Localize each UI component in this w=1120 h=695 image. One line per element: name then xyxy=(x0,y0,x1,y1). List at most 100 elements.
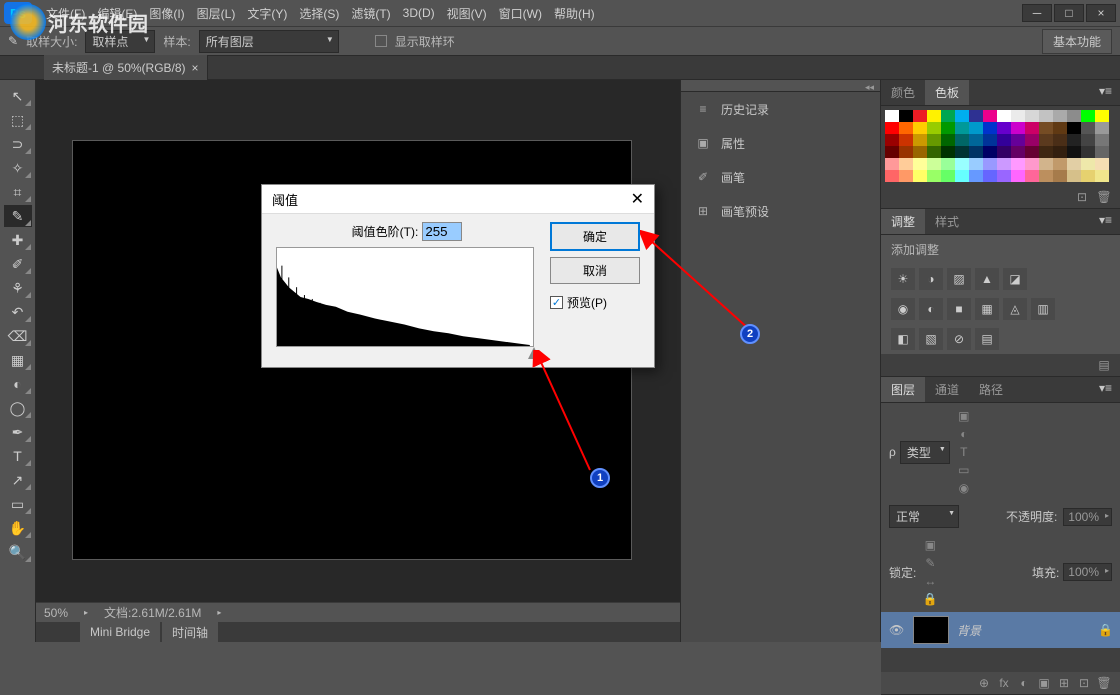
lock-option-icon[interactable]: ▣ xyxy=(920,536,940,554)
swatch[interactable] xyxy=(1053,134,1067,146)
menu-type[interactable]: 文字(Y) xyxy=(241,5,293,22)
swatch[interactable] xyxy=(927,158,941,170)
swatch[interactable] xyxy=(885,170,899,182)
layer-filter-icon[interactable]: T xyxy=(954,443,974,461)
swatch[interactable] xyxy=(1039,170,1053,182)
tab-mini-bridge[interactable]: Mini Bridge xyxy=(80,622,160,642)
swatch[interactable] xyxy=(1067,110,1081,122)
eyedropper-tool[interactable]: ✎ xyxy=(4,205,32,227)
delete-swatch-icon[interactable]: 🗑 xyxy=(1096,190,1112,204)
adjustment-menu-icon[interactable]: ▤ xyxy=(1096,358,1112,372)
swatch[interactable] xyxy=(1025,134,1039,146)
swatch[interactable] xyxy=(955,146,969,158)
menu-window[interactable]: 窗口(W) xyxy=(493,5,548,22)
swatch[interactable] xyxy=(1095,122,1109,134)
tab-swatches[interactable]: 色板 xyxy=(925,80,969,105)
blend-mode-dropdown[interactable]: 正常 xyxy=(889,505,959,528)
marquee-tool[interactable]: ⬚ xyxy=(4,109,32,131)
swatch[interactable] xyxy=(1095,170,1109,182)
new-swatch-icon[interactable]: ⊡ xyxy=(1074,190,1090,204)
swatch[interactable] xyxy=(1025,158,1039,170)
swatch[interactable] xyxy=(969,158,983,170)
swatch[interactable] xyxy=(1011,170,1025,182)
lasso-tool[interactable]: ⊃ xyxy=(4,133,32,155)
swatch[interactable] xyxy=(1039,122,1053,134)
swatch[interactable] xyxy=(1053,110,1067,122)
gradient-tool[interactable]: ▦ xyxy=(4,349,32,371)
fill-input[interactable]: 100% xyxy=(1063,563,1112,581)
swatch[interactable] xyxy=(941,146,955,158)
panel-history[interactable]: ≡历史记录 xyxy=(681,92,880,126)
window-minimize-button[interactable]: ─ xyxy=(1022,4,1052,22)
layer-action-icon[interactable]: ▣ xyxy=(1036,676,1052,690)
adjustment-icon[interactable]: ◐ xyxy=(919,298,943,320)
tab-color[interactable]: 颜色 xyxy=(881,80,925,105)
adjustment-icon[interactable]: ▧ xyxy=(919,328,943,350)
swatch[interactable] xyxy=(1081,170,1095,182)
swatch[interactable] xyxy=(885,110,899,122)
swatch[interactable] xyxy=(955,170,969,182)
swatch[interactable] xyxy=(1011,134,1025,146)
swatch[interactable] xyxy=(1081,122,1095,134)
swatch[interactable] xyxy=(1095,158,1109,170)
swatch[interactable] xyxy=(1039,146,1053,158)
swatch[interactable] xyxy=(913,170,927,182)
swatch[interactable] xyxy=(969,134,983,146)
swatch[interactable] xyxy=(997,134,1011,146)
adjustment-icon[interactable]: ◧ xyxy=(891,328,915,350)
swatch[interactable] xyxy=(983,170,997,182)
swatch[interactable] xyxy=(1025,122,1039,134)
swatch[interactable] xyxy=(899,122,913,134)
swatch[interactable] xyxy=(983,146,997,158)
menu-edit[interactable]: 编辑(E) xyxy=(91,5,143,22)
swatch[interactable] xyxy=(997,170,1011,182)
tab-paths[interactable]: 路径 xyxy=(969,377,1013,402)
menu-view[interactable]: 视图(V) xyxy=(441,5,493,22)
swatch[interactable] xyxy=(913,158,927,170)
docinfo-caret-icon[interactable]: ▸ xyxy=(217,608,221,617)
layer-action-icon[interactable]: fx xyxy=(996,676,1012,690)
swatch[interactable] xyxy=(913,122,927,134)
adjustment-icon[interactable]: ◪ xyxy=(1003,268,1027,290)
lock-option-icon[interactable]: 🔒 xyxy=(920,590,940,608)
swatch[interactable] xyxy=(1081,110,1095,122)
swatch[interactable] xyxy=(983,110,997,122)
menu-file[interactable]: 文件(F) xyxy=(40,5,91,22)
history-brush-tool[interactable]: ↶ xyxy=(4,301,32,323)
swatch[interactable] xyxy=(1067,134,1081,146)
adjustment-icon[interactable]: ⊘ xyxy=(947,328,971,350)
swatch[interactable] xyxy=(1081,158,1095,170)
menu-image[interactable]: 图像(I) xyxy=(143,5,190,22)
document-tab[interactable]: 未标题-1 @ 50%(RGB/8) × xyxy=(44,55,208,80)
layer-visibility-icon[interactable]: 👁 xyxy=(889,623,905,637)
swatch[interactable] xyxy=(955,122,969,134)
swatch[interactable] xyxy=(1053,158,1067,170)
swatch[interactable] xyxy=(1053,146,1067,158)
adjustment-icon[interactable]: ▲ xyxy=(975,268,999,290)
tab-layers[interactable]: 图层 xyxy=(881,377,925,402)
panel-menu-icon[interactable]: ▾≡ xyxy=(1091,80,1120,105)
swatch[interactable] xyxy=(997,122,1011,134)
swatch[interactable] xyxy=(969,122,983,134)
adjustment-icon[interactable]: ◬ xyxy=(1003,298,1027,320)
shape-tool[interactable]: ▭ xyxy=(4,493,32,515)
adjustment-icon[interactable]: ☀ xyxy=(891,268,915,290)
swatch[interactable] xyxy=(997,158,1011,170)
collapse-icon[interactable]: ◂◂ xyxy=(865,82,874,93)
swatch[interactable] xyxy=(1067,122,1081,134)
adjustment-icon[interactable]: ▤ xyxy=(975,328,999,350)
menu-help[interactable]: 帮助(H) xyxy=(548,5,601,22)
eraser-tool[interactable]: ⌫ xyxy=(4,325,32,347)
panel-menu-icon[interactable]: ▾≡ xyxy=(1091,209,1120,234)
zoom-level[interactable]: 50% xyxy=(44,606,68,620)
window-maximize-button[interactable]: □ xyxy=(1054,4,1084,22)
brush-tool[interactable]: ✐ xyxy=(4,253,32,275)
swatch[interactable] xyxy=(913,146,927,158)
layer-action-icon[interactable]: ⊕ xyxy=(976,676,992,690)
threshold-slider[interactable] xyxy=(276,347,534,359)
swatch[interactable] xyxy=(913,110,927,122)
adjustment-icon[interactable]: ▨ xyxy=(947,268,971,290)
sample-dropdown[interactable]: 所有图层 xyxy=(199,30,339,53)
basic-mode-button[interactable]: 基本功能 xyxy=(1042,29,1112,54)
layer-action-icon[interactable]: ◐ xyxy=(1016,676,1032,690)
